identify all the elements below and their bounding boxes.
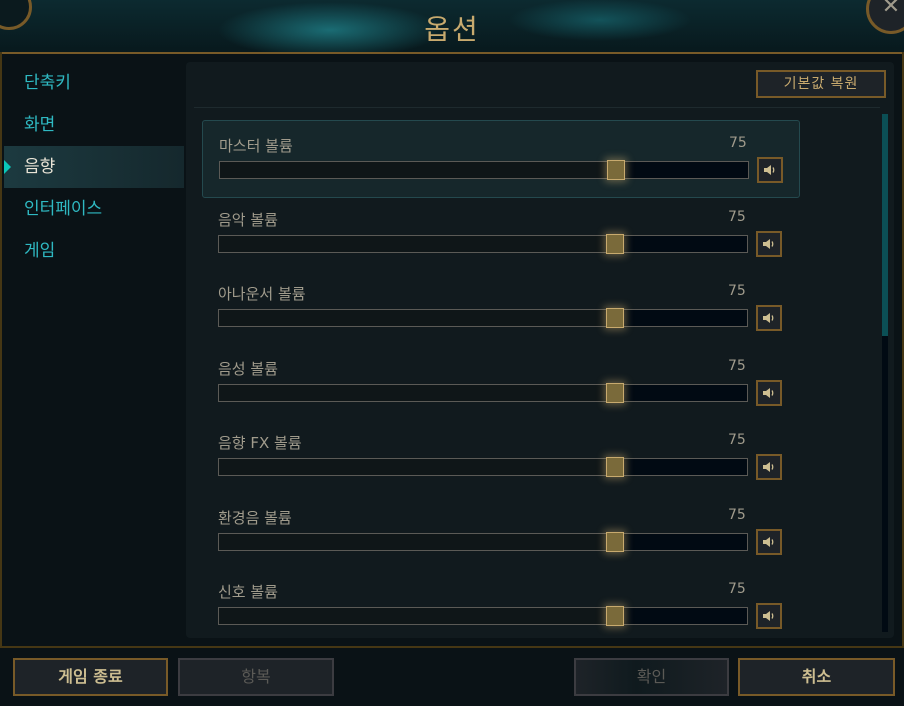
sidebar-item-hotkeys[interactable]: 단축키 [4,62,184,104]
sidebar-item-sound[interactable]: 음향 [4,146,184,188]
slider-handle[interactable] [606,383,624,403]
volume-value: 75 [728,432,746,448]
window-title: 옵션 [424,13,480,46]
slider-fill [219,236,615,252]
speaker-icon [763,462,774,472]
speaker-icon [763,611,774,621]
surrender-button[interactable]: 항복 [178,658,334,696]
confirm-button[interactable]: 확인 [574,658,729,696]
mute-button[interactable] [756,529,782,555]
restore-defaults-button[interactable]: 기본값 복원 [756,70,886,98]
volume-value: 75 [728,283,746,299]
volume-value: 75 [728,507,746,523]
slider-handle[interactable] [606,457,624,477]
mute-button[interactable] [757,157,783,183]
speaker-icon [764,165,775,175]
volume-row: 음성 볼륨 75 [202,344,798,420]
volume-value: 75 [728,358,746,374]
volume-label: 신호 볼륨 [218,583,278,601]
sound-settings-panel: 기본값 복원 마스터 볼륨 75 음악 볼륨 75 아나운서 볼륨 75 음성 볼륨 75 음향… [186,62,894,638]
sidebar: 단축키 화면 음향 인터페이스 게임 [4,62,184,272]
speaker-icon [763,388,774,398]
volume-label: 음악 볼륨 [218,211,278,229]
slider-fill [219,534,615,550]
title-bar: 옵션 ✕ [0,0,904,54]
volume-value: 75 [729,135,747,151]
slider-handle[interactable] [606,532,624,552]
volume-slider[interactable] [218,234,748,254]
scrollbar-thumb[interactable] [882,114,888,336]
volume-label: 음향 FX 볼륨 [218,434,302,452]
mute-button[interactable] [756,603,782,629]
slider-fill [219,310,615,326]
slider-handle[interactable] [606,308,624,328]
slider-handle[interactable] [606,234,624,254]
volume-row: 신호 볼륨 75 [202,567,798,638]
volume-value: 75 [728,581,746,597]
volume-row: 음향 FX 볼륨 75 [202,418,798,494]
volume-label: 환경음 볼륨 [218,509,292,527]
sidebar-item-label: 게임 [24,241,56,261]
volume-row: 음악 볼륨 75 [202,195,798,271]
slider-fill [220,162,616,178]
sidebar-item-game[interactable]: 게임 [4,230,184,272]
volume-label: 마스터 볼륨 [219,137,293,155]
volume-slider[interactable] [218,383,748,403]
divider [194,107,880,108]
slider-fill [219,459,615,475]
slider-handle[interactable] [606,606,624,626]
sidebar-item-label: 단축키 [24,73,71,93]
sidebar-item-label: 인터페이스 [24,199,103,219]
sidebar-item-video[interactable]: 화면 [4,104,184,146]
mute-button[interactable] [756,305,782,331]
volume-row: 아나운서 볼륨 75 [202,269,798,345]
mute-button[interactable] [756,380,782,406]
volume-label: 아나운서 볼륨 [218,285,306,303]
slider-fill [219,385,615,401]
slider-handle[interactable] [607,160,625,180]
volume-row: 마스터 볼륨 75 [202,120,800,198]
volume-label: 음성 볼륨 [218,360,278,378]
quit-game-button[interactable]: 게임 종료 [13,658,168,696]
volume-slider[interactable] [218,532,748,552]
cancel-button[interactable]: 취소 [738,658,895,696]
sidebar-item-label: 음향 [24,157,56,177]
volume-slider[interactable] [218,606,748,626]
speaker-icon [763,537,774,547]
sidebar-item-interface[interactable]: 인터페이스 [4,188,184,230]
volume-row: 환경음 볼륨 75 [202,493,798,569]
slider-fill [219,608,615,624]
speaker-icon [763,239,774,249]
close-icon: ✕ [881,0,901,19]
speaker-icon [763,313,774,323]
volume-value: 75 [728,209,746,225]
sidebar-item-label: 화면 [24,115,56,135]
volume-slider[interactable] [219,160,749,180]
volume-slider[interactable] [218,308,748,328]
mute-button[interactable] [756,231,782,257]
volume-slider[interactable] [218,457,748,477]
mute-button[interactable] [756,454,782,480]
footer-bar: 게임 종료 항복 확인 취소 [0,646,904,706]
